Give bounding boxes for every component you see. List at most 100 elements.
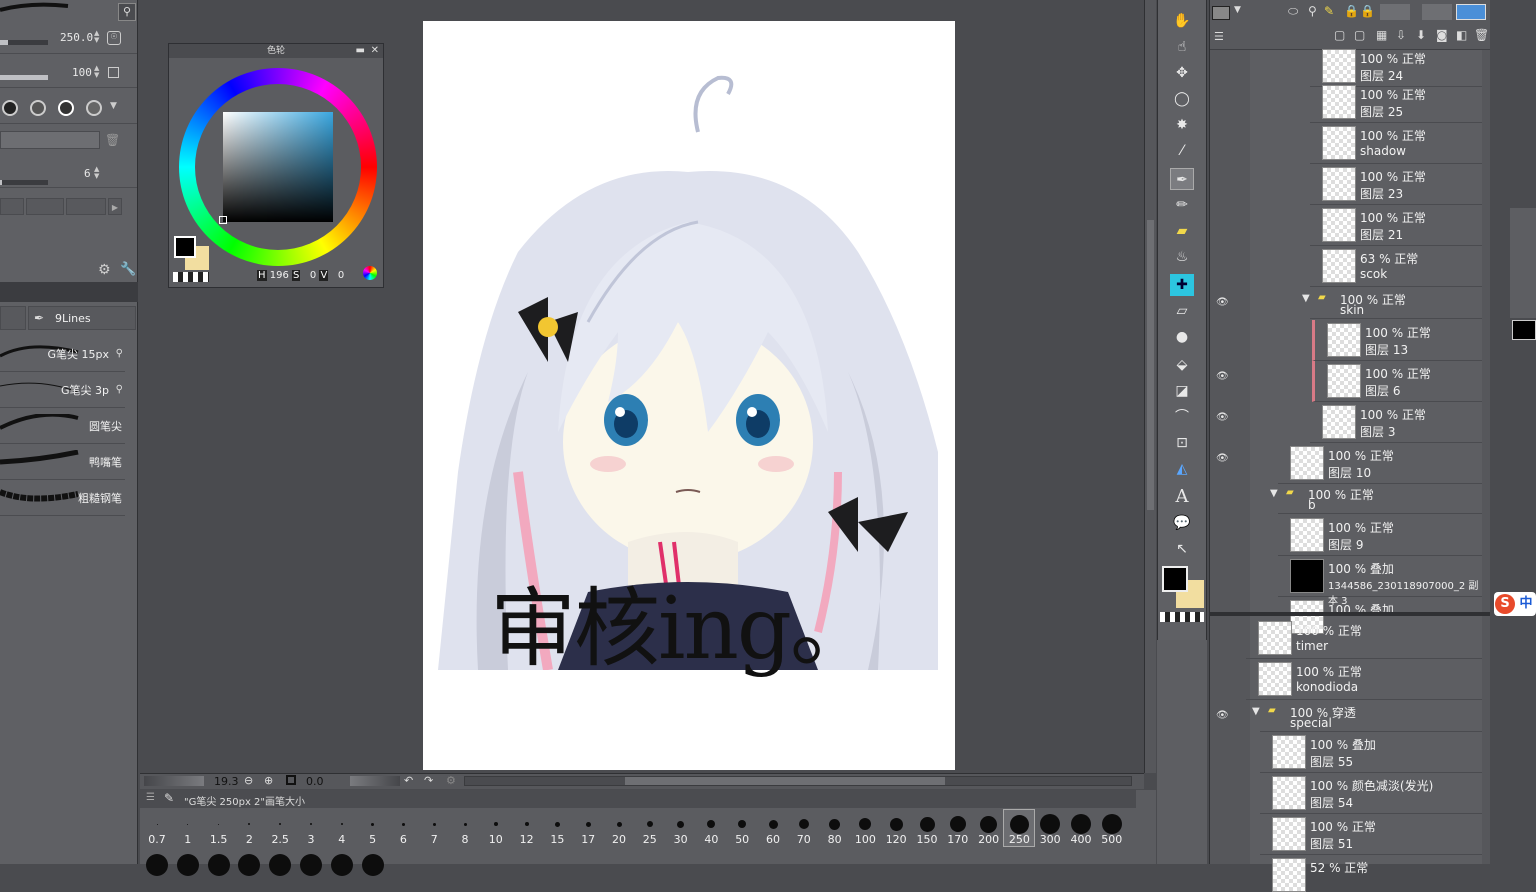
opacity-spinner-icon[interactable]: ▲ ▼	[94, 65, 102, 79]
brush-size-cell[interactable]: 0.7	[142, 810, 172, 846]
brush-tip-hard-icon[interactable]	[2, 100, 18, 116]
layer-folder-row[interactable]: ▼ ▰ 100 % 正常 skin	[1302, 287, 1482, 319]
brush-size-cell-row2[interactable]	[604, 848, 634, 864]
density-value[interactable]: 6	[84, 167, 91, 180]
size-spinner-icon[interactable]: ▲ ▼	[94, 30, 102, 44]
opacity-slider[interactable]	[0, 75, 48, 80]
brush-size-cell-row2[interactable]	[204, 848, 234, 876]
size-value[interactable]: 250.0	[60, 31, 93, 44]
layer-row[interactable]: 100 % 颜色减淡(发光) 图层 54	[1260, 773, 1482, 814]
color-wheel-titlebar[interactable]: 色轮 ▬ ✕	[169, 44, 383, 58]
tab-c[interactable]	[66, 198, 106, 215]
fit-view-icon[interactable]	[286, 775, 296, 785]
chevron-down-icon[interactable]: ▼	[110, 101, 117, 111]
brush-size-cell-row2[interactable]	[481, 848, 511, 864]
layer-row[interactable]: 100 % 正常 图层 24	[1310, 46, 1482, 87]
layer-row[interactable]: 100 % 叠加 图层 55	[1260, 732, 1482, 773]
layer-split-divider[interactable]	[1210, 612, 1491, 616]
canvas-vertical-scrollbar[interactable]	[1144, 0, 1156, 773]
brush-size-cell[interactable]: 80	[820, 810, 850, 846]
main-color-swatch[interactable]	[1162, 566, 1188, 592]
layer-row[interactable]: 100 % 正常 图层 3	[1310, 402, 1482, 443]
menu-icon[interactable]: ☰	[146, 792, 155, 803]
text-icon[interactable]: A	[1170, 486, 1194, 508]
layer-row[interactable]: 100 % 正常 图层 51	[1260, 814, 1482, 855]
layer-row[interactable]: 100 % 叠加	[1278, 597, 1482, 634]
layer-row[interactable]: 100 % 正常 timer	[1246, 618, 1482, 659]
eraser-icon[interactable]: ▱	[1170, 300, 1194, 322]
brush-size-cell-row2[interactable]	[974, 848, 1004, 864]
folder-expand-icon[interactable]: ▼	[1302, 293, 1310, 304]
balloon-icon[interactable]: 💬	[1170, 512, 1194, 534]
opacity-value[interactable]: 100	[72, 66, 92, 79]
brush-size-cell[interactable]: 50	[727, 810, 757, 846]
layer-row[interactable]: 100 % 正常 图层 13	[1312, 320, 1482, 361]
minimize-icon[interactable]: ▬	[356, 44, 365, 58]
brush-size-cell-row2[interactable]	[327, 848, 357, 876]
tab-b[interactable]	[26, 198, 64, 215]
brush-size-cell-row2[interactable]	[820, 848, 850, 864]
layer-row[interactable]: 100 % 正常 图层 25	[1310, 82, 1482, 123]
brush-size-cell-row2[interactable]	[1004, 848, 1034, 864]
brush-size-cell-row2[interactable]	[358, 848, 388, 876]
layer-tool-icon[interactable]: ⬭	[1288, 4, 1298, 19]
eye-icon[interactable]: 👁	[1216, 710, 1229, 721]
rotate-slider[interactable]	[350, 776, 400, 786]
layer-folder-row[interactable]: ▼ ▰ 100 % 正常 b	[1270, 482, 1482, 514]
lasso-icon[interactable]: ◯	[1170, 88, 1194, 110]
brush-size-cell[interactable]: 150	[912, 810, 942, 846]
eye-icon[interactable]: 👁	[1216, 371, 1229, 382]
brush-size-cell[interactable]: 200	[974, 810, 1004, 846]
canvas-horizontal-scrollbar[interactable]	[464, 776, 1132, 786]
layer-row[interactable]: 100 % 正常 shadow	[1310, 123, 1482, 164]
magic-wand-icon[interactable]: ✸	[1170, 114, 1194, 136]
eye-icon[interactable]: 👁	[1216, 297, 1229, 308]
density-slider[interactable]	[0, 180, 48, 185]
brush-size-cell-row2[interactable]	[1066, 848, 1096, 864]
brush-size-cell[interactable]: 100	[850, 810, 880, 846]
brush-size-cell[interactable]: 10	[481, 810, 511, 846]
brush-size-cell-row2[interactable]	[789, 848, 819, 864]
new-layer-icon[interactable]: ▢	[1334, 28, 1345, 42]
brush-size-cell[interactable]: 25	[635, 810, 665, 846]
menu-icon[interactable]: ☰	[1214, 30, 1224, 43]
blend-icon[interactable]: ●	[1170, 326, 1194, 348]
brush-size-cell-row2[interactable]	[419, 848, 449, 864]
lock-icon[interactable]: 🔒	[1344, 4, 1359, 18]
size-row[interactable]: 250.0 ▲ ▼ ☉	[0, 26, 137, 54]
eyedropper-icon[interactable]: ⁄	[1170, 140, 1194, 162]
scroll-thumb[interactable]	[625, 777, 945, 785]
brush-size-cell[interactable]: 5	[358, 810, 388, 846]
brush-size-cell-row2[interactable]	[912, 848, 942, 864]
layer-color-icon[interactable]	[1456, 4, 1486, 20]
merge-icon[interactable]: ⬇	[1416, 28, 1426, 42]
mask-icon[interactable]	[1422, 4, 1452, 20]
layer-row[interactable]: 100 % 正常 图层 23	[1310, 164, 1482, 205]
gradient-icon[interactable]: ◪	[1170, 380, 1194, 402]
reference-icon[interactable]: ⚲	[1308, 4, 1317, 18]
brush-size-cell-row2[interactable]	[542, 848, 572, 864]
opacity-toggle-icon[interactable]	[108, 67, 119, 78]
rotate-hand-icon[interactable]: ☝	[1170, 36, 1194, 58]
new-folder-icon[interactable]: ▦	[1376, 28, 1387, 42]
brush-item-round-pen[interactable]: 圆笔尖	[0, 408, 125, 444]
zoom-value[interactable]: 19.3	[214, 775, 239, 788]
ruler-icon[interactable]: ◭	[1170, 458, 1194, 480]
decoration-icon[interactable]: ✚	[1170, 274, 1194, 296]
layer-row[interactable]: 63 % 正常 scok	[1310, 246, 1482, 287]
layer-folder-row[interactable]: ▼ ▰ 100 % 穿透 special	[1252, 700, 1482, 732]
brush-size-cell[interactable]: 12	[512, 810, 542, 846]
brush-size-cell[interactable]: 4	[327, 810, 357, 846]
brush-size-cell[interactable]: 40	[696, 810, 726, 846]
size-slider[interactable]	[0, 40, 48, 45]
brush-size-cell-row2[interactable]	[881, 848, 911, 864]
brush-size-cell-row2[interactable]	[573, 848, 603, 864]
brush-size-cell[interactable]: 60	[758, 810, 788, 846]
rotate-right-icon[interactable]: ↷	[424, 774, 433, 787]
magnifier-icon[interactable]: ⚲	[118, 3, 136, 21]
layer-row[interactable]: 100 % 叠加 1344586_230118907000_2 副本 3	[1278, 556, 1482, 607]
brush-item-g-pen-15[interactable]: G笔尖 15px ⚲	[0, 336, 125, 372]
wrench-icon[interactable]: 🔧	[120, 262, 136, 277]
rotation-value[interactable]: 0.0	[306, 775, 324, 788]
folder-expand-icon[interactable]: ▼	[1270, 488, 1278, 499]
